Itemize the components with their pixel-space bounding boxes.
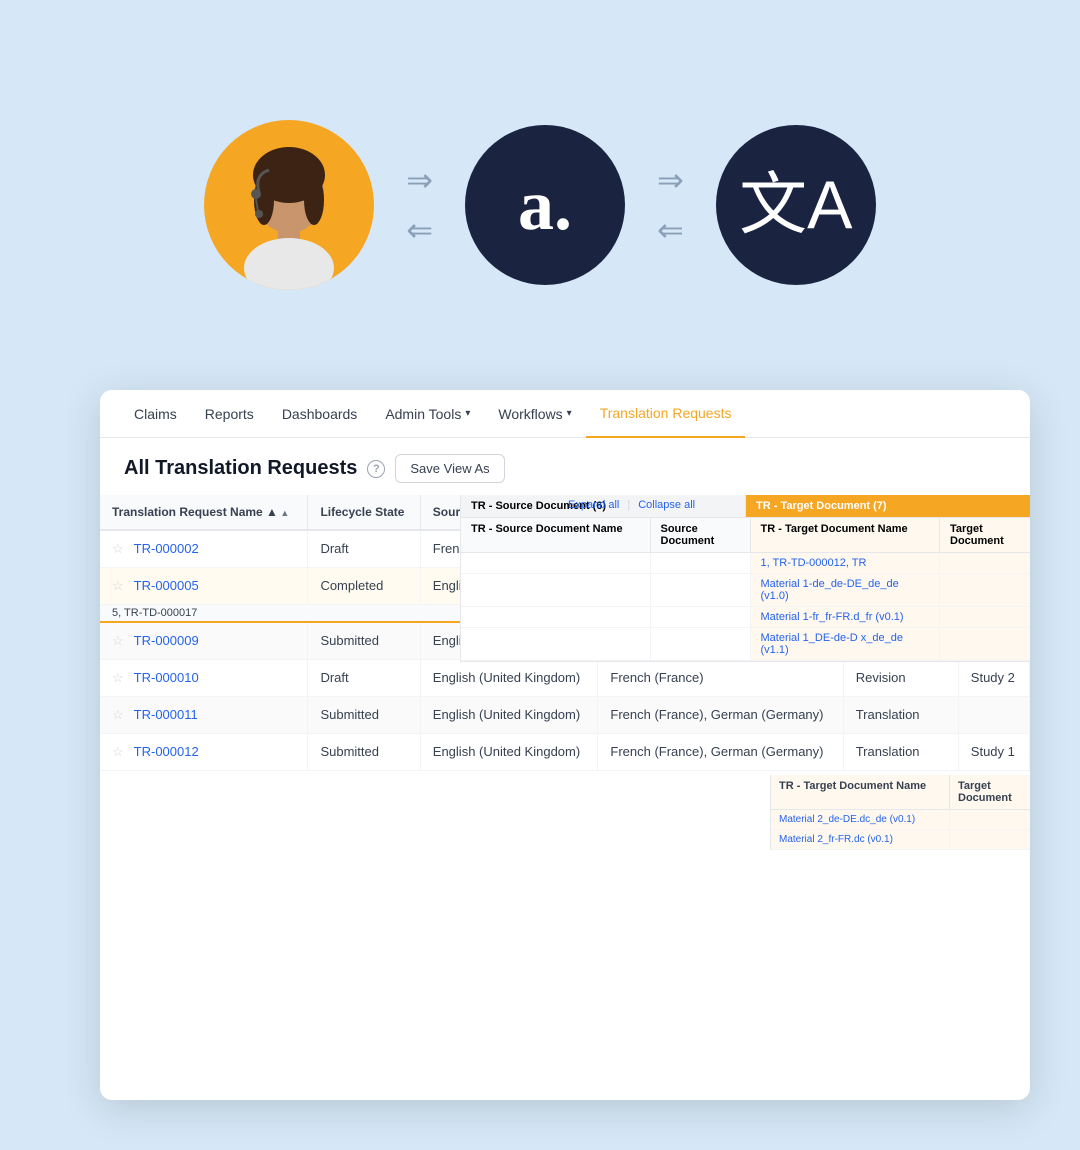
tr-link[interactable]: TR-000002 xyxy=(134,541,199,556)
target-doc-section-header: TR - Target Document (7) xyxy=(746,495,1030,517)
source-doc-name-cell-3 xyxy=(461,607,651,627)
star-icon[interactable]: ☆ xyxy=(112,541,124,557)
nav-admin-tools[interactable]: Admin Tools ▾ xyxy=(371,390,484,438)
star-icon[interactable]: ☆ xyxy=(112,670,124,686)
lifecycle-cell: Submitted xyxy=(308,697,420,734)
source-doc-name-cell-1 xyxy=(461,553,651,573)
target-doc-cell-4 xyxy=(940,628,1030,660)
target-doc-name-cell-2[interactable]: Material 1-de_de-DE_de_de (v1.0) xyxy=(751,574,941,606)
avatar xyxy=(204,120,374,290)
logo-letter: a. xyxy=(518,169,572,241)
translate-circle: 文A xyxy=(716,125,876,285)
tr-link[interactable]: TR-000009 xyxy=(134,633,199,648)
nav-workflows[interactable]: Workflows ▾ xyxy=(484,390,585,438)
tr-name-cell: ☆ TR-000002 xyxy=(100,530,308,568)
service-bundle-cell: Revision xyxy=(843,660,958,697)
source-doc-name-cell-4 xyxy=(461,628,651,660)
lifecycle-cell: Completed xyxy=(308,568,420,605)
source-doc-cell-2 xyxy=(651,574,751,606)
tr-name-cell: ☆ TR-000011 xyxy=(100,697,308,734)
tr-link[interactable]: TR-000005 xyxy=(134,578,199,593)
nav-reports[interactable]: Reports xyxy=(191,390,268,438)
source-lang-cell: English (United Kingdom) xyxy=(420,660,598,697)
side-panel-doc-name-2[interactable]: Material 2_fr-FR.dc (v0.1) xyxy=(771,830,950,849)
study-cell: Study 2 xyxy=(958,660,1029,697)
source-doc-name-col: TR - Source Document Name xyxy=(461,518,651,552)
target-langs-cell: French (France), German (Germany) xyxy=(598,697,843,734)
source-doc-cell-1 xyxy=(651,553,751,573)
source-lang-cell: English (United Kingdom) xyxy=(420,734,598,771)
side-panel-name-header: TR - Target Document Name xyxy=(771,775,950,809)
lifecycle-cell: Draft xyxy=(308,530,420,568)
arrows-2: ⇒ ⇐ xyxy=(657,161,684,249)
target-doc-name-cell-4[interactable]: Material 1_DE-de-D x_de_de (v1.1) xyxy=(751,628,941,660)
service-bundle-cell: Translation xyxy=(843,734,958,771)
source-doc-cell-3 xyxy=(651,607,751,627)
page-header: All Translation Requests ? Save View As xyxy=(100,438,1030,495)
navbar: Claims Reports Dashboards Admin Tools ▾ … xyxy=(100,390,1030,438)
target-langs-cell: French (France) xyxy=(598,660,843,697)
table-row: ☆ TR-000010 Draft English (United Kingdo… xyxy=(100,660,1030,697)
arrow-right-icon: ⇒ xyxy=(406,161,433,199)
save-view-as-button[interactable]: Save View As xyxy=(395,454,504,483)
star-icon[interactable]: ☆ xyxy=(112,633,124,649)
tr-name-cell: ☆ TR-000009 xyxy=(100,622,308,660)
target-doc-name-cell-1[interactable]: 1, TR-TD-000012, TR xyxy=(751,553,941,573)
arrow-right-icon-2: ⇒ xyxy=(657,161,684,199)
page-title: All Translation Requests xyxy=(124,457,357,480)
side-panel-doc-cell-1 xyxy=(950,810,1030,829)
table-wrapper: Expand all | Collapse all TR - Source Do… xyxy=(100,495,1030,1100)
logo-circle: a. xyxy=(465,125,625,285)
star-icon[interactable]: ☆ xyxy=(112,578,124,594)
target-doc-name-col: TR - Target Document Name xyxy=(751,518,941,552)
collapse-all-link[interactable]: Collapse all xyxy=(638,499,695,511)
star-icon[interactable]: ☆ xyxy=(112,744,124,760)
target-doc-cell-2 xyxy=(940,574,1030,606)
table-row: ☆ TR-000012 Submitted English (United Ki… xyxy=(100,734,1030,771)
tr-name-cell: ☆ TR-000012 xyxy=(100,734,308,771)
tr-name-cell: ☆ TR-000005 xyxy=(100,568,308,605)
target-langs-cell: French (France), German (Germany) xyxy=(598,734,843,771)
tr-link[interactable]: TR-000010 xyxy=(134,670,199,685)
nav-dashboards[interactable]: Dashboards xyxy=(268,390,372,438)
star-icon[interactable]: ☆ xyxy=(112,707,124,723)
service-bundle-cell: Translation xyxy=(843,697,958,734)
target-doc-ref: 5, TR-TD-000017 xyxy=(112,607,197,619)
study-cell: Study 1 xyxy=(958,734,1029,771)
source-doc-cell-4 xyxy=(651,628,751,660)
target-doc-cell-3 xyxy=(940,607,1030,627)
arrows-1: ⇒ ⇐ xyxy=(406,161,433,249)
arrow-left-icon: ⇐ xyxy=(406,211,433,249)
side-panel-doc-name-1[interactable]: Material 2_de-DE.dc_de (v0.1) xyxy=(771,810,950,829)
lifecycle-cell: Submitted xyxy=(308,734,420,771)
target-doc-cell-1 xyxy=(940,553,1030,573)
help-icon[interactable]: ? xyxy=(367,460,385,478)
source-doc-name-cell-2 xyxy=(461,574,651,606)
source-lang-cell: English (United Kingdom) xyxy=(420,697,598,734)
table-row: ☆ TR-000011 Submitted English (United Ki… xyxy=(100,697,1030,734)
illustration-section: ⇒ ⇐ a. ⇒ ⇐ 文A xyxy=(0,0,1080,330)
tr-link[interactable]: TR-000012 xyxy=(134,744,199,759)
nav-claims[interactable]: Claims xyxy=(120,390,191,438)
source-doc-col: Source Document xyxy=(651,518,751,552)
nav-translation-requests[interactable]: Translation Requests xyxy=(586,390,746,438)
side-panel-doc-cell-2 xyxy=(950,830,1030,849)
target-doc-col: Target Document xyxy=(940,518,1030,552)
col-name[interactable]: Translation Request Name ▲ xyxy=(100,495,308,530)
study-cell xyxy=(958,697,1029,734)
arrow-left-icon-2: ⇐ xyxy=(657,211,684,249)
lifecycle-cell: Submitted xyxy=(308,622,420,660)
tr-name-cell: ☆ TR-000010 xyxy=(100,660,308,697)
side-panel-doc-header: Target Document xyxy=(950,775,1030,809)
tr-link[interactable]: TR-000011 xyxy=(134,707,198,722)
translate-icon: 文A xyxy=(739,171,852,239)
workflows-dropdown-icon: ▾ xyxy=(567,408,572,419)
admin-tools-dropdown-icon: ▾ xyxy=(465,408,470,419)
expand-all-link[interactable]: Expand all xyxy=(568,499,619,511)
lifecycle-cell: Draft xyxy=(308,660,420,697)
app-window: Claims Reports Dashboards Admin Tools ▾ … xyxy=(100,390,1030,1100)
col-lifecycle: Lifecycle State xyxy=(308,495,420,530)
target-doc-name-cell-3[interactable]: Material 1-fr_fr-FR.d_fr (v0.1) xyxy=(751,607,941,627)
